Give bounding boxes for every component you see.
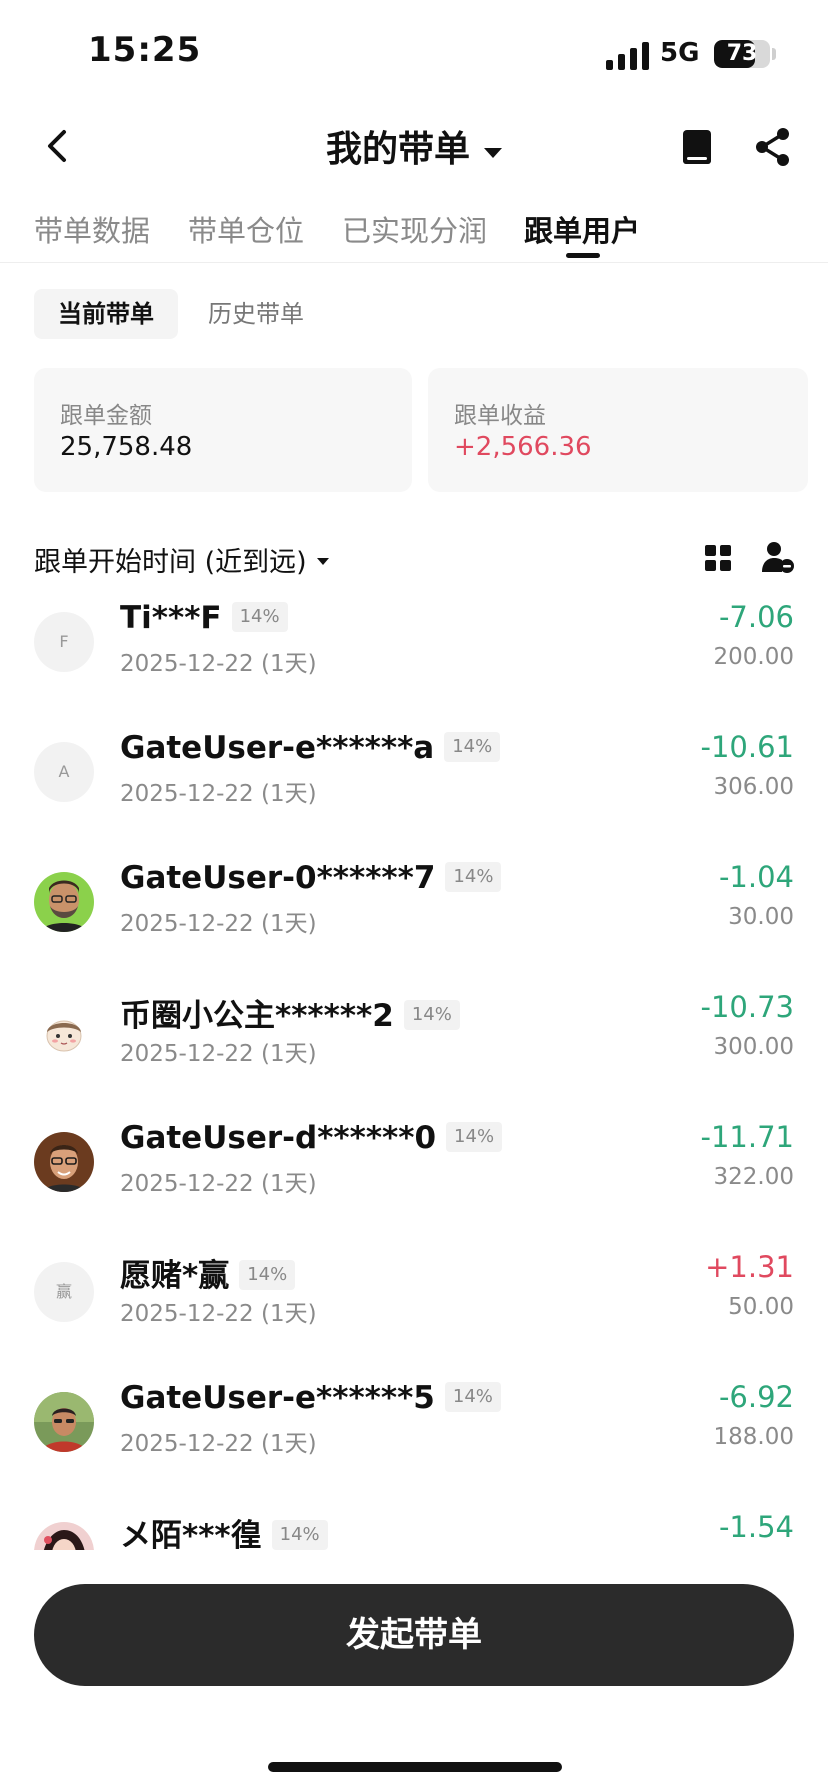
- share-ratio-badge: 14%: [445, 861, 502, 892]
- user-name: 愿赌*赢: [120, 1258, 230, 1294]
- home-indicator: [268, 1762, 562, 1772]
- copy-profit-card: 跟单收益 +2,566.36: [428, 368, 808, 492]
- user-name-line: GateUser-e******5 14%: [120, 1380, 501, 1416]
- network-type: 5G: [660, 38, 700, 68]
- copy-profit-value: +2,566.36: [454, 432, 592, 462]
- copy-amount: 50.00: [728, 1294, 794, 1320]
- user-remove-icon[interactable]: [760, 540, 796, 574]
- start-date: 2025-12-22 (1天): [120, 1431, 317, 1457]
- list-item[interactable]: F Ti***F 14% 2025-12-22 (1天) -7.06 200.00: [0, 600, 828, 730]
- start-date: 2025-12-22 (1天): [120, 781, 317, 807]
- list-item[interactable]: A GateUser-e******a 14% 2025-12-22 (1天) -…: [0, 730, 828, 860]
- list-item[interactable]: GateUser-d******0 14% 2025-12-22 (1天) -11…: [0, 1120, 828, 1250]
- pnl-value: -7.06: [718, 600, 794, 634]
- start-date: 2025-12-22 (1天): [120, 911, 317, 937]
- sort-dropdown[interactable]: 跟单开始时间 (近到远): [34, 540, 329, 579]
- tab-realized-share[interactable]: 已实现分润: [342, 208, 487, 250]
- share-ratio-badge: 14%: [444, 1381, 501, 1412]
- pnl-value: -10.73: [700, 990, 795, 1024]
- subtab-current[interactable]: 当前带单: [34, 289, 178, 339]
- share-ratio-badge: 14%: [446, 1121, 503, 1152]
- avatar: F: [34, 612, 94, 672]
- start-date: 2025-12-22 (1天): [120, 651, 317, 677]
- battery-level: 73: [726, 41, 758, 66]
- pnl-value: -1.54: [718, 1510, 794, 1544]
- tab-copy-positions[interactable]: 带单仓位: [188, 208, 304, 250]
- tab-divider: [0, 262, 828, 263]
- battery-nub: [772, 48, 776, 60]
- pnl-value: -11.71: [700, 1120, 795, 1154]
- book-icon[interactable]: [676, 126, 718, 168]
- subtab-history[interactable]: 历史带单: [208, 289, 304, 339]
- start-date: 2025-12-22 (1天): [120, 1171, 317, 1197]
- status-time: 15:25: [88, 30, 202, 70]
- copy-amount-card: 跟单金额 25,758.48: [34, 368, 412, 492]
- user-name: 币圈小公主******2: [120, 998, 394, 1034]
- user-name: GateUser-e******5: [120, 1380, 435, 1416]
- tab-active-indicator: [566, 253, 600, 258]
- user-name-line: Ti***F 14%: [120, 600, 288, 636]
- sort-label: 跟单开始时间 (近到远): [34, 547, 307, 578]
- start-date: 2025-12-22 (1天): [120, 1041, 317, 1067]
- caret-down-icon: [316, 558, 329, 565]
- avatar: [34, 1132, 94, 1192]
- user-name-line: 币圈小公主******2 14%: [120, 990, 460, 1035]
- copy-profit-label: 跟单收益: [454, 403, 546, 429]
- copy-amount: 30.00: [728, 904, 794, 930]
- page-title: 我的带单: [325, 129, 470, 170]
- user-name: GateUser-0******7: [120, 860, 436, 896]
- share-ratio-badge: 14%: [239, 1259, 296, 1290]
- avatar: [34, 1392, 94, 1452]
- user-name-line: 愿赌*赢 14%: [120, 1250, 296, 1295]
- avatar: [34, 872, 94, 932]
- copy-amount: 200.00: [713, 644, 794, 670]
- user-name: Ti***F: [120, 600, 222, 636]
- avatar: 赢: [34, 1262, 94, 1322]
- list-item[interactable]: メ陌***徨 14% -1.54: [0, 1510, 828, 1550]
- share-ratio-badge: 14%: [403, 999, 460, 1030]
- caret-down-icon: [484, 147, 502, 158]
- pnl-value: +1.31: [705, 1250, 794, 1284]
- avatar: [34, 1002, 94, 1062]
- user-name-line: GateUser-d******0 14%: [120, 1120, 503, 1156]
- copy-amount: 306.00: [713, 774, 794, 800]
- share-ratio-badge: 14%: [271, 1519, 328, 1550]
- user-name: GateUser-d******0: [120, 1120, 437, 1156]
- copy-amount-label: 跟单金额: [60, 403, 152, 429]
- user-name: GateUser-e******a: [120, 730, 435, 766]
- start-date: 2025-12-22 (1天): [120, 1301, 317, 1327]
- list-item[interactable]: GateUser-e******5 14% 2025-12-22 (1天) -6.…: [0, 1380, 828, 1510]
- avatar: [34, 1522, 94, 1550]
- copy-amount: 300.00: [713, 1034, 794, 1060]
- avatar: A: [34, 742, 94, 802]
- pnl-value: -10.61: [700, 730, 795, 764]
- user-name: メ陌***徨: [120, 1518, 262, 1550]
- copy-user-list[interactable]: F Ti***F 14% 2025-12-22 (1天) -7.06 200.00…: [0, 600, 828, 1550]
- share-icon[interactable]: [752, 126, 794, 168]
- pnl-value: -6.92: [718, 1380, 794, 1414]
- grid-view-icon[interactable]: [704, 544, 732, 572]
- signal-icon: [606, 42, 649, 70]
- user-name-line: GateUser-e******a 14%: [120, 730, 501, 766]
- list-item[interactable]: 赢 愿赌*赢 14% 2025-12-22 (1天) +1.31 50.00: [0, 1250, 828, 1380]
- start-copy-trading-button[interactable]: 发起带单: [34, 1584, 794, 1686]
- copy-amount-value: 25,758.48: [60, 432, 193, 462]
- user-name-line: GateUser-0******7 14%: [120, 860, 502, 896]
- tab-copy-data[interactable]: 带单数据: [34, 208, 150, 250]
- pnl-value: -1.04: [718, 860, 794, 894]
- copy-amount: 188.00: [713, 1424, 794, 1450]
- list-item[interactable]: 币圈小公主******2 14% 2025-12-22 (1天) -10.73 3…: [0, 990, 828, 1120]
- list-item[interactable]: GateUser-0******7 14% 2025-12-22 (1天) -1.…: [0, 860, 828, 990]
- share-ratio-badge: 14%: [231, 601, 288, 632]
- battery-icon: 73: [714, 40, 770, 68]
- tab-copy-users[interactable]: 跟单用户: [524, 208, 640, 250]
- user-name-line: メ陌***徨 14%: [120, 1510, 328, 1550]
- share-ratio-badge: 14%: [444, 731, 501, 762]
- copy-amount: 322.00: [713, 1164, 794, 1190]
